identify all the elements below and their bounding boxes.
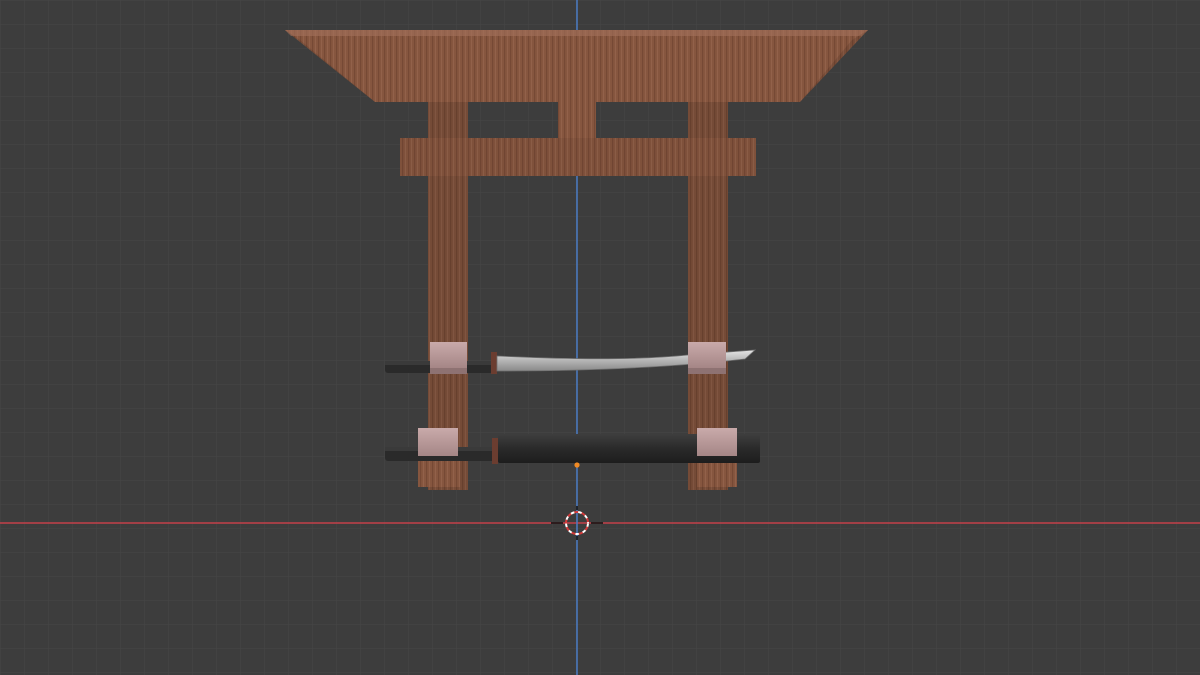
scabbard-guard[interactable] [492,438,498,464]
torii-top-beam[interactable] [285,30,868,102]
katana-guard[interactable] [491,352,497,374]
3d-viewport[interactable] [0,0,1200,675]
object-origin-icon[interactable] [574,462,580,468]
binding-lower-right[interactable] [697,428,737,456]
torii-center-strut[interactable] [558,100,596,142]
binding-upper-right[interactable] [688,342,726,368]
binding-upper-left[interactable] [430,342,467,368]
viewport-canvas[interactable] [0,0,1200,675]
binding-lower-left[interactable] [418,428,458,456]
